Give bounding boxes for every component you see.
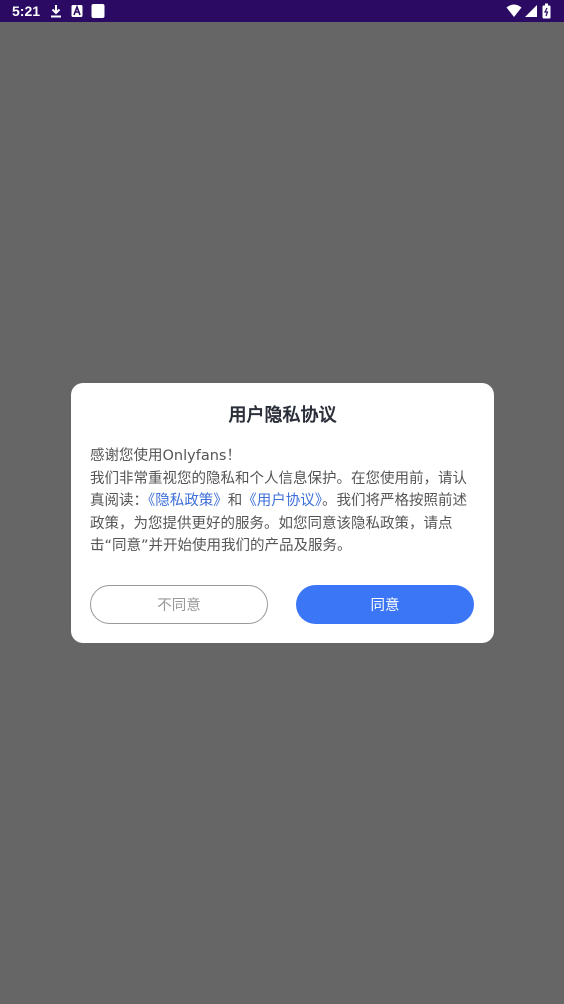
a-icon [71,4,83,17]
agree-button[interactable]: 同意 [296,585,474,624]
policy-paragraph: 我们非常重视您的隐私和个人信息保护。在您使用前，请认真阅读：《隐私政策》和《用户… [90,468,480,558]
signal-icon [525,5,537,17]
disagree-button[interactable]: 不同意 [90,585,268,624]
and-text: 和 [227,493,243,509]
dialog-body: 感谢您使用Onlyfans！ 我们非常重视您的隐私和个人信息保护。在您使用前，请… [90,445,480,558]
download-icon [51,5,61,18]
privacy-dialog: 用户隐私协议 感谢您使用Onlyfans！ 我们非常重视您的隐私和个人信息保护。… [71,383,494,643]
privacy-policy-link[interactable]: 《隐私政策》 [148,493,228,509]
user-agreement-link[interactable]: 《用户协议》 [242,493,322,509]
dialog-title: 用户隐私协议 [228,405,337,426]
battery-icon [542,3,551,19]
status-time: 5:21 [12,3,41,19]
wifi-icon [506,4,522,17]
square-icon [91,4,105,18]
status-bar: 5:21 [0,0,564,22]
greeting-text: 感谢您使用Onlyfans！ [90,448,241,464]
